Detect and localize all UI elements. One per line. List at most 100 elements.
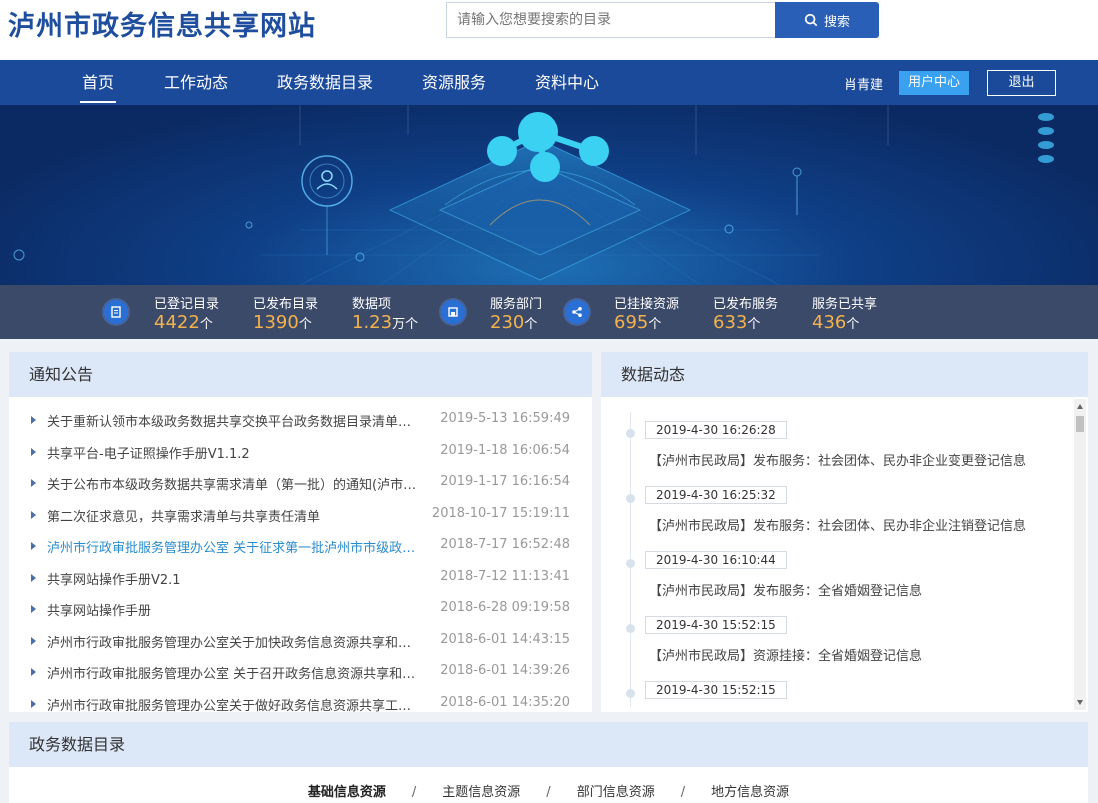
stat-label: 已登记目录 xyxy=(154,297,220,312)
stat-value: 633 xyxy=(713,312,748,333)
search-button[interactable]: 搜索 xyxy=(775,2,879,38)
notice-item[interactable]: 第二次征求意见，共享需求清单与共享责任清单 2018-10-17 15:19:11 xyxy=(9,500,592,532)
stat-unit: 个 xyxy=(648,317,662,332)
dynamics-item: 2019-4-30 15:52:15 【泸州市民政局】资源挂接：全省婚姻登记信息 xyxy=(601,592,1071,664)
stat-data-items: 数据项 1.23万个 xyxy=(352,293,418,333)
hero-banner xyxy=(0,105,1098,285)
nav-work-news[interactable]: 工作动态 xyxy=(164,60,228,105)
bullet-arrow-icon xyxy=(31,636,36,645)
dynamics-item: 2019-4-30 15:52:15 xyxy=(601,657,1071,712)
notice-item[interactable]: 泸州市行政审批服务管理办公室关于加快政务信息资源共享和应... 2018-6-01… xyxy=(9,626,592,658)
timeline-dot xyxy=(626,429,635,438)
notice-list: 关于重新认领市本级政务数据共享交换平台政务数据目录清单的函 2019-5-13 1… xyxy=(9,405,592,720)
scroll-down-arrow-icon[interactable] xyxy=(1077,700,1083,705)
stat-unit: 个 xyxy=(846,317,860,332)
catalog-icon xyxy=(104,300,128,324)
notice-title[interactable]: 共享网站操作手册 xyxy=(47,600,417,619)
dynamics-time: 2019-4-30 16:26:28 xyxy=(645,421,787,439)
tab-separator: / xyxy=(546,785,551,800)
notice-item[interactable]: 泸州市行政审批服务管理办公室关于做好政务信息资源共享工作... 2018-6-01… xyxy=(9,689,592,721)
share-icon xyxy=(565,300,589,324)
timeline-dot xyxy=(626,624,635,633)
notice-date: 2019-1-17 16:16:54 xyxy=(440,474,570,489)
notice-date: 2018-6-28 09:19:58 xyxy=(440,600,570,615)
stat-unit: 个 xyxy=(524,317,538,332)
bullet-arrow-icon xyxy=(31,447,36,456)
notice-date: 2018-6-01 14:43:15 xyxy=(440,631,570,647)
catalog-tab[interactable]: 基础信息资源 xyxy=(308,781,386,800)
catalog-panel-title: 政务数据目录 xyxy=(9,722,1088,767)
stat-value: 695 xyxy=(614,312,649,333)
notice-title[interactable]: 泸州市行政审批服务管理办公室关于加快政务信息资源共享和应... xyxy=(47,632,417,651)
timeline-dot xyxy=(626,494,635,503)
bullet-arrow-icon xyxy=(31,668,36,676)
notice-date: 2019-1-18 16:06:54 xyxy=(440,442,570,458)
stats-bar: 已登记目录 4422个 已发布目录 1390个 数据项 1.23万个 服务部门 … xyxy=(0,285,1098,339)
scroll-thumb[interactable] xyxy=(1076,416,1084,432)
tab-separator: / xyxy=(411,785,417,800)
data-dynamics-panel: 数据动态 2019-4-30 16:26:28 【泸州市民政局】发布服务：社会团体… xyxy=(601,352,1088,712)
tab-separator: / xyxy=(680,785,686,800)
dynamics-time: 2019-4-30 16:25:32 xyxy=(645,486,787,504)
notice-title[interactable]: 泸州市行政审批服务管理办公室关于做好政务信息资源共享工作... xyxy=(47,695,417,714)
stat-unit: 个 xyxy=(199,317,213,332)
notice-date: 2018-6-01 14:35:20 xyxy=(440,694,570,710)
dynamics-time: 2019-4-30 15:52:15 xyxy=(645,681,787,699)
nav-document-center[interactable]: 资料中心 xyxy=(535,60,599,105)
notice-title[interactable]: 关于公布市本级政务数据共享需求清单（第一批）的通知(泸市府... xyxy=(47,474,417,493)
dynamics-time: 2019-4-30 15:52:15 xyxy=(645,616,787,634)
timeline-dot xyxy=(626,689,635,698)
logout-button[interactable]: 退出 xyxy=(987,70,1056,96)
stat-value: 436 xyxy=(812,312,847,333)
notice-title[interactable]: 第二次征求意见，共享需求清单与共享责任清单 xyxy=(47,506,417,525)
site-title[interactable]: 泸州市政务信息共享网站 xyxy=(8,4,316,43)
notice-item[interactable]: 共享平台-电子证照操作手册V1.1.2 2019-1-18 16:06:54 xyxy=(9,437,592,469)
catalog-tab[interactable]: 主题信息资源 xyxy=(442,781,520,800)
notice-title[interactable]: 泸州市行政审批服务管理办公室 关于召开政务信息资源共享和应... xyxy=(47,663,417,682)
nav-home[interactable]: 首页 xyxy=(79,60,117,105)
notice-title[interactable]: 共享网站操作手册V2.1 xyxy=(47,569,417,588)
notice-item[interactable]: 关于重新认领市本级政务数据共享交换平台政务数据目录清单的函 2019-5-13 1… xyxy=(9,405,592,437)
main-nav: 首页 工作动态 政务数据目录 资源服务 资料中心 肖青建 用户中心 退出 xyxy=(0,60,1098,105)
search-button-label: 搜索 xyxy=(823,14,850,30)
data-dynamics-list: 2019-4-30 16:26:28 【泸州市民政局】发布服务：社会团体、民办非企… xyxy=(601,397,1071,712)
search-input[interactable] xyxy=(446,2,776,38)
timeline-dot xyxy=(626,559,635,568)
notice-item[interactable]: 泸州市行政审批服务管理办公室 关于召开政务信息资源共享和应... 2018-6-0… xyxy=(9,657,592,689)
dynamics-item: 2019-4-30 16:26:28 【泸州市民政局】发布服务：社会团体、民办非企… xyxy=(601,397,1071,469)
notice-item[interactable]: 共享网站操作手册 2018-6-28 09:19:58 xyxy=(9,594,592,626)
nav-resource-service[interactable]: 资源服务 xyxy=(422,60,486,105)
notice-date: 2018-7-17 16:52:48 xyxy=(440,537,570,552)
notice-panel: 通知公告 关于重新认领市本级政务数据共享交换平台政务数据目录清单的函 2019-5… xyxy=(9,352,592,714)
notice-title[interactable]: 关于重新认领市本级政务数据共享交换平台政务数据目录清单的函 xyxy=(47,411,417,430)
user-name: 肖青建 xyxy=(844,78,884,93)
notice-item[interactable]: 关于公布市本级政务数据共享需求清单（第一批）的通知(泸市府... 2019-1-1… xyxy=(9,468,592,500)
notice-item[interactable]: 泸州市行政审批服务管理办公室 关于征求第一批泸州市市级政务... 2018-7-1… xyxy=(9,531,592,563)
catalog-tab[interactable]: 部门信息资源 xyxy=(577,781,655,800)
scrollbar[interactable] xyxy=(1074,399,1086,710)
banner-illustration xyxy=(13,105,1054,285)
search-icon xyxy=(804,13,818,27)
notice-date: 2018-10-17 15:19:11 xyxy=(431,505,570,521)
catalog-tab[interactable]: 地方信息资源 xyxy=(711,781,789,800)
notice-title[interactable]: 泸州市行政审批服务管理办公室 关于征求第一批泸州市市级政务... xyxy=(47,537,417,556)
notice-item[interactable]: 共享网站操作手册V2.1 2018-7-12 11:13:41 xyxy=(9,563,592,595)
notice-title[interactable]: 共享平台-电子证照操作手册V1.1.2 xyxy=(47,443,417,462)
stat-registered-catalogs: 已登记目录 4422个 xyxy=(154,293,219,333)
stat-value: 1390 xyxy=(253,312,299,333)
stat-value: 230 xyxy=(490,312,525,333)
stat-label: 已挂接资源 xyxy=(614,297,680,312)
stat-unit: 万个 xyxy=(392,317,419,332)
department-icon xyxy=(441,300,465,324)
stat-published-catalogs: 已发布目录 1390个 xyxy=(253,293,318,333)
stat-unit: 个 xyxy=(298,317,312,332)
bullet-arrow-icon xyxy=(31,510,36,519)
notice-date: 2019-5-13 16:59:49 xyxy=(440,411,570,426)
data-dynamics-title: 数据动态 xyxy=(601,352,1088,397)
stat-unit: 个 xyxy=(747,317,761,332)
user-center-button[interactable]: 用户中心 xyxy=(899,71,969,95)
bullet-arrow-icon xyxy=(31,542,36,550)
scroll-up-arrow-icon[interactable] xyxy=(1077,404,1083,409)
nav-data-catalog[interactable]: 政务数据目录 xyxy=(277,60,373,105)
dynamics-item: 2019-4-30 16:25:32 【泸州市民政局】发布服务：社会团体、民办非企… xyxy=(601,462,1071,534)
